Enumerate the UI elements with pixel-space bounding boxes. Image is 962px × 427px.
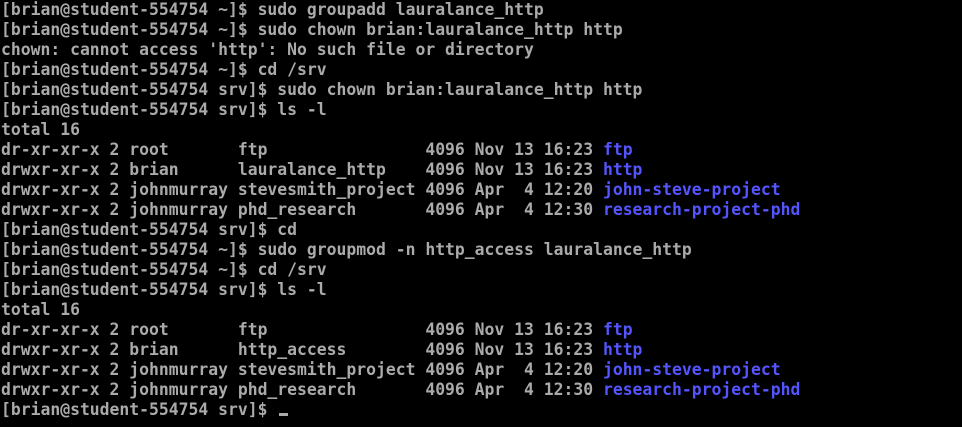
ls-entry-dirname: http [602,160,643,179]
ls-entry-meta: drwxr-xr-x 2 brian http_access 4096 Nov … [1,340,603,359]
ls-entry-dirname: ftp [602,320,633,339]
ls-entry-dirname: ftp [602,140,633,159]
ls-entry-meta: drwxr-xr-x 2 johnmurray stevesmith_proje… [1,360,603,379]
ls-entry: dr-xr-xr-x 2 root ftp 4096 Nov 13 16:23 … [1,320,962,340]
command-line: [brian@student-554754 srv]$ cd [1,220,298,239]
ls-total: total 16 [1,300,80,319]
command-line: [brian@student-554754 srv]$ sudo chown b… [1,80,643,99]
command-line: [brian@student-554754 ~]$ cd /srv [1,260,327,279]
command-line: [brian@student-554754 ~]$ sudo groupadd … [1,0,544,19]
ls-entry-meta: dr-xr-xr-x 2 root ftp 4096 Nov 13 16:23 [1,320,603,339]
ls-total: total 16 [1,120,80,139]
ls-entry: drwxr-xr-x 2 johnmurray phd_research 409… [1,380,962,400]
ls-entry: drwxr-xr-x 2 brian lauralance_http 4096 … [1,160,962,180]
error-output: chown: cannot access 'http': No such fil… [1,40,534,59]
ls-entry-dirname: http [602,340,643,359]
shell-prompt: [brian@student-554754 srv]$ [1,400,278,419]
command-line: [brian@student-554754 srv]$ ls -l [1,280,327,299]
ls-entry: drwxr-xr-x 2 johnmurray phd_research 409… [1,200,962,220]
ls-entry-dirname: john-steve-project [602,360,781,379]
terminal-window[interactable]: [brian@student-554754 ~]$ sudo groupadd … [0,0,962,427]
command-line: [brian@student-554754 ~]$ sudo chown bri… [1,20,623,39]
ls-entry-meta: drwxr-xr-x 2 johnmurray phd_research 409… [1,200,603,219]
ls-entry: dr-xr-xr-x 2 root ftp 4096 Nov 13 16:23 … [1,140,962,160]
command-line: [brian@student-554754 ~]$ sudo groupmod … [1,240,692,259]
ls-entry: drwxr-xr-x 2 johnmurray stevesmith_proje… [1,180,962,200]
ls-entry-dirname: john-steve-project [602,180,781,199]
ls-entry-dirname: research-project-phd [602,200,801,219]
command-line: [brian@student-554754 srv]$ ls -l [1,100,327,119]
ls-entry-dirname: research-project-phd [602,380,801,399]
command-line: [brian@student-554754 ~]$ cd /srv [1,60,327,79]
ls-entry: drwxr-xr-x 2 johnmurray stevesmith_proje… [1,360,962,380]
ls-entry-meta: drwxr-xr-x 2 johnmurray phd_research 409… [1,380,603,399]
ls-entry-meta: dr-xr-xr-x 2 root ftp 4096 Nov 13 16:23 [1,140,603,159]
text-cursor [279,413,289,416]
active-prompt-line[interactable]: [brian@student-554754 srv]$ [1,400,962,420]
ls-entry-meta: drwxr-xr-x 2 brian lauralance_http 4096 … [1,160,603,179]
ls-entry-meta: drwxr-xr-x 2 johnmurray stevesmith_proje… [1,180,603,199]
ls-entry: drwxr-xr-x 2 brian http_access 4096 Nov … [1,340,962,360]
